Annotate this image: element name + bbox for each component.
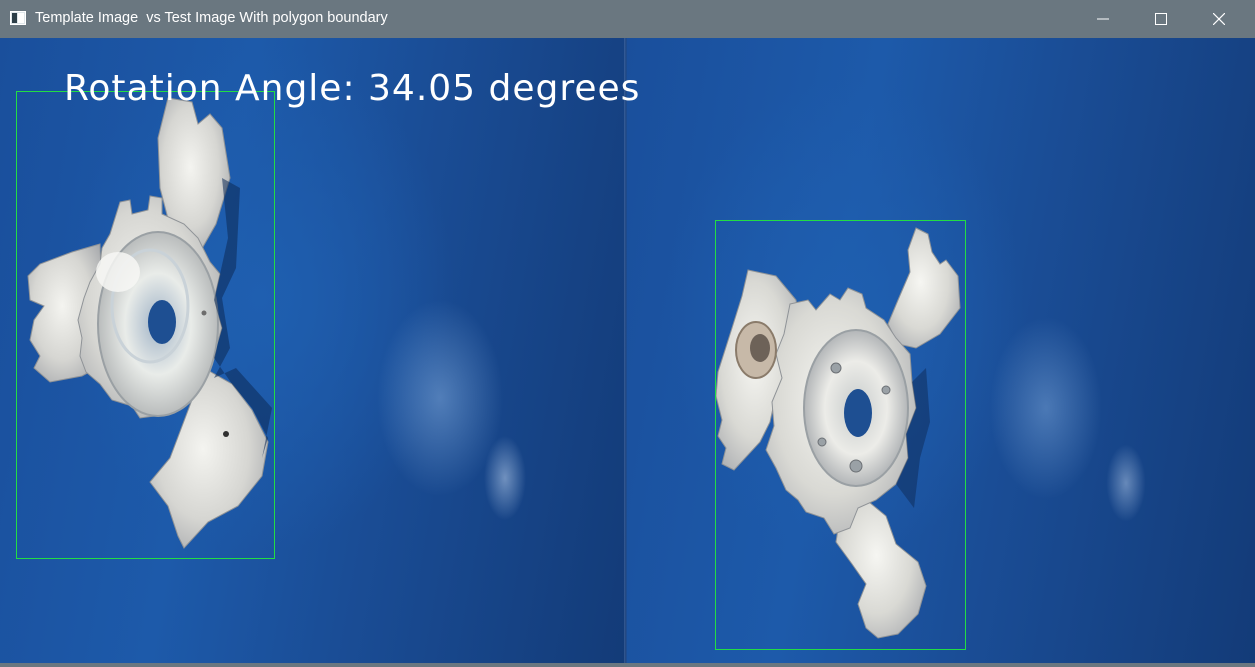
test-image [626, 38, 1255, 663]
template-image [0, 38, 626, 663]
opencv-window-icon [10, 11, 26, 25]
panel-divider [624, 38, 627, 663]
maximize-icon [1155, 13, 1167, 25]
opencv-window: Template Image vs Test Image With polygo… [0, 0, 1255, 667]
rotation-angle-label: Rotation Angle: 34.05 degrees [64, 68, 641, 109]
window-titlebar[interactable]: Template Image vs Test Image With polygo… [0, 0, 1255, 38]
template-polygon-boundary [16, 91, 275, 559]
maximize-button[interactable] [1132, 0, 1190, 38]
window-bottom-border [0, 663, 1255, 667]
close-icon [1213, 13, 1225, 25]
image-canvas: Rotation Angle: 34.05 degrees [0, 38, 1255, 663]
minimize-icon [1097, 13, 1109, 25]
close-button[interactable] [1190, 0, 1248, 38]
window-title: Template Image vs Test Image With polygo… [35, 10, 388, 26]
minimize-button[interactable] [1074, 0, 1132, 38]
test-polygon-boundary [715, 220, 966, 650]
